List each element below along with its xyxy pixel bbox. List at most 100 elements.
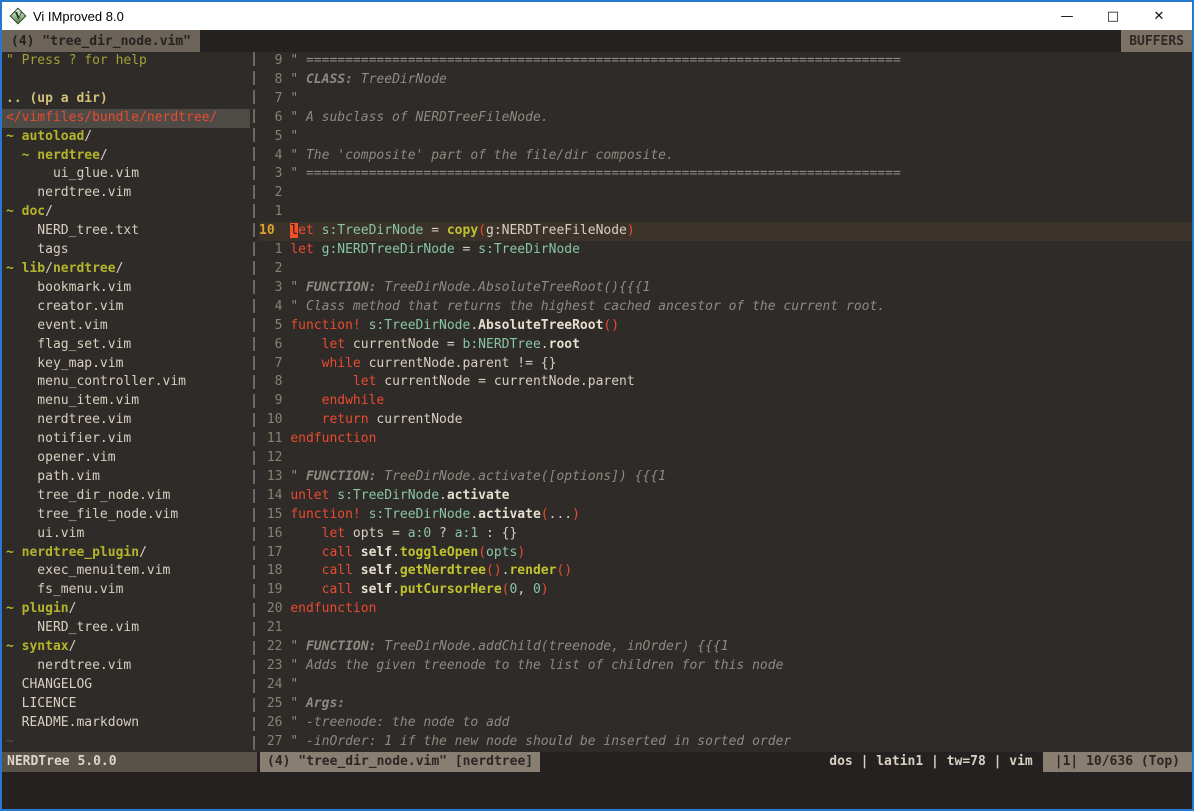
tree-item[interactable]: LICENCE (6, 695, 250, 714)
code-line[interactable]: 15 function! s:TreeDirNode.activate(...) (259, 506, 1192, 525)
tree-item[interactable]: nerdtree.vim (6, 411, 250, 430)
tree-item[interactable]: tree_file_node.vim (6, 506, 250, 525)
nerdtree-panel: " Press ? for help .. (up a dir)</vimfile… (2, 52, 250, 752)
code-line[interactable]: 16 let opts = a:0 ? a:1 : {} (259, 525, 1192, 544)
tree-item[interactable]: ~ plugin/ (6, 600, 250, 619)
tree-item[interactable]: " Press ? for help (6, 52, 250, 71)
code-line[interactable]: 5 function! s:TreeDirNode.AbsoluteTreeRo… (259, 317, 1192, 336)
code-line[interactable]: 27 " -inOrder: 1 if the new node should … (259, 733, 1192, 752)
tree-item[interactable]: ~ doc/ (6, 203, 250, 222)
code-line[interactable]: 7 " (259, 90, 1192, 109)
code-line[interactable]: 6 " A subclass of NERDTreeFileNode. (259, 109, 1192, 128)
code-token: s:TreeDirNode (337, 488, 439, 503)
code-line[interactable]: 14 unlet s:TreeDirNode.activate (259, 487, 1192, 506)
close-icon[interactable]: ✕ (1136, 2, 1182, 30)
code-line[interactable]: 4 " Class method that returns the highes… (259, 298, 1192, 317)
code-line[interactable]: 3 " ====================================… (259, 165, 1192, 184)
code-token: ) (517, 545, 525, 560)
code-line[interactable]: 11 endfunction (259, 430, 1192, 449)
tree-item[interactable]: ~ nerdtree/ (6, 147, 250, 166)
code-line[interactable]: 9 endwhile (259, 392, 1192, 411)
command-line-area[interactable] (2, 772, 1192, 809)
maximize-icon[interactable]: □ (1090, 2, 1136, 30)
code-token (290, 374, 353, 389)
code-line[interactable]: 1 let g:NERDTreeDirNode = s:TreeDirNode (259, 241, 1192, 260)
tree-item[interactable]: menu_controller.vim (6, 373, 250, 392)
code-line[interactable]: 18 call self.getNerdtree().render() (259, 562, 1192, 581)
code-line[interactable]: 22 " FUNCTION: TreeDirNode.addChild(tree… (259, 638, 1192, 657)
tree-item[interactable]: NERD_tree.vim (6, 619, 250, 638)
code-line[interactable]: 8 " CLASS: TreeDirNode (259, 71, 1192, 90)
code-line[interactable]: 24 " (259, 676, 1192, 695)
tree-item[interactable]: CHANGELOG (6, 676, 250, 695)
tree-item[interactable]: ~ syntax/ (6, 638, 250, 657)
tree-item[interactable]: event.vim (6, 317, 250, 336)
code-line[interactable]: 9 " ====================================… (259, 52, 1192, 71)
code-line[interactable]: 2 (259, 260, 1192, 279)
line-number: 6 (259, 110, 290, 125)
tree-item[interactable]: </vimfiles/bundle/nerdtree/ (2, 109, 250, 128)
tree-item[interactable]: NERD_tree.txt (6, 222, 250, 241)
code-token: endfunction (290, 601, 376, 616)
tree-item[interactable]: nerdtree.vim (6, 657, 250, 676)
code-line[interactable]: 6 let currentNode = b:NERDTree.root (259, 336, 1192, 355)
tree-item[interactable]: fs_menu.vim (6, 581, 250, 600)
code-line[interactable]: 1 (259, 203, 1192, 222)
line-number: 7 (259, 356, 290, 371)
code-line[interactable]: 19 call self.putCursorHere(0, 0) (259, 581, 1192, 600)
tree-item[interactable]: nerdtree.vim (6, 184, 250, 203)
line-number: 24 (259, 677, 290, 692)
tree-item[interactable]: ui.vim (6, 525, 250, 544)
tree-item[interactable]: flag_set.vim (6, 336, 250, 355)
tree-item[interactable]: ~ nerdtree_plugin/ (6, 544, 250, 563)
tree-item[interactable]: README.markdown (6, 714, 250, 733)
tree-item[interactable]: creator.vim (6, 298, 250, 317)
tab-active-buffer[interactable]: (4) "tree_dir_node.vim" (2, 30, 200, 52)
code-line[interactable]: 17 call self.toggleOpen(opts) (259, 544, 1192, 563)
code-line[interactable]: 13 " FUNCTION: TreeDirNode.activate([opt… (259, 468, 1192, 487)
code-token: function! (290, 318, 360, 333)
window-split-separator[interactable] (250, 52, 259, 752)
tree-item[interactable]: ~ lib/nerdtree/ (6, 260, 250, 279)
tree-item[interactable]: tags (6, 241, 250, 260)
tree-item[interactable]: path.vim (6, 468, 250, 487)
code-token (361, 507, 369, 522)
code-line[interactable]: 12 (259, 449, 1192, 468)
buffers-label[interactable]: BUFFERS (1121, 30, 1192, 52)
code-line[interactable]: 2 (259, 184, 1192, 203)
tree-item[interactable]: ui_glue.vim (6, 165, 250, 184)
code-token: . (392, 582, 400, 597)
code-token: let (290, 242, 313, 257)
code-token: let (353, 374, 376, 389)
code-token: " (290, 469, 306, 484)
code-line[interactable]: 7 while currentNode.parent != {} (259, 355, 1192, 374)
tree-item[interactable]: .. (up a dir) (6, 90, 250, 109)
code-line[interactable]: 5 " (259, 128, 1192, 147)
tree-item[interactable]: menu_item.vim (6, 392, 250, 411)
tree-item[interactable]: key_map.vim (6, 355, 250, 374)
code-line[interactable]: 25 " Args: (259, 695, 1192, 714)
tree-item[interactable]: ~ autoload/ (6, 128, 250, 147)
code-line[interactable]: 26 " -treenode: the node to add (259, 714, 1192, 733)
tree-item[interactable]: ~ (6, 733, 250, 752)
line-number: 10 (259, 223, 290, 238)
minimize-icon[interactable]: — (1044, 2, 1090, 30)
code-line[interactable]: 10 return currentNode (259, 411, 1192, 430)
code-line[interactable]: 4 " The 'composite' part of the file/dir… (259, 147, 1192, 166)
tree-item[interactable]: tree_dir_node.vim (6, 487, 250, 506)
code-line[interactable]: 8 let currentNode = currentNode.parent (259, 373, 1192, 392)
tree-item[interactable] (6, 71, 250, 90)
tree-item[interactable]: opener.vim (6, 449, 250, 468)
code-token: render (509, 563, 556, 578)
code-line[interactable]: 23 " Adds the given treenode to the list… (259, 657, 1192, 676)
code-line[interactable]: 10 let s:TreeDirNode = copy(g:NERDTreeFi… (259, 222, 1192, 241)
line-number: 8 (259, 72, 290, 87)
code-line[interactable]: 21 (259, 619, 1192, 638)
tree-item[interactable]: exec_menuitem.vim (6, 562, 250, 581)
tree-item[interactable]: notifier.vim (6, 430, 250, 449)
code-line[interactable]: 20 endfunction (259, 600, 1192, 619)
tree-item[interactable]: bookmark.vim (6, 279, 250, 298)
code-line[interactable]: 3 " FUNCTION: TreeDirNode.AbsoluteTreeRo… (259, 279, 1192, 298)
code-token: ( (478, 223, 486, 238)
line-number: 3 (259, 280, 290, 295)
